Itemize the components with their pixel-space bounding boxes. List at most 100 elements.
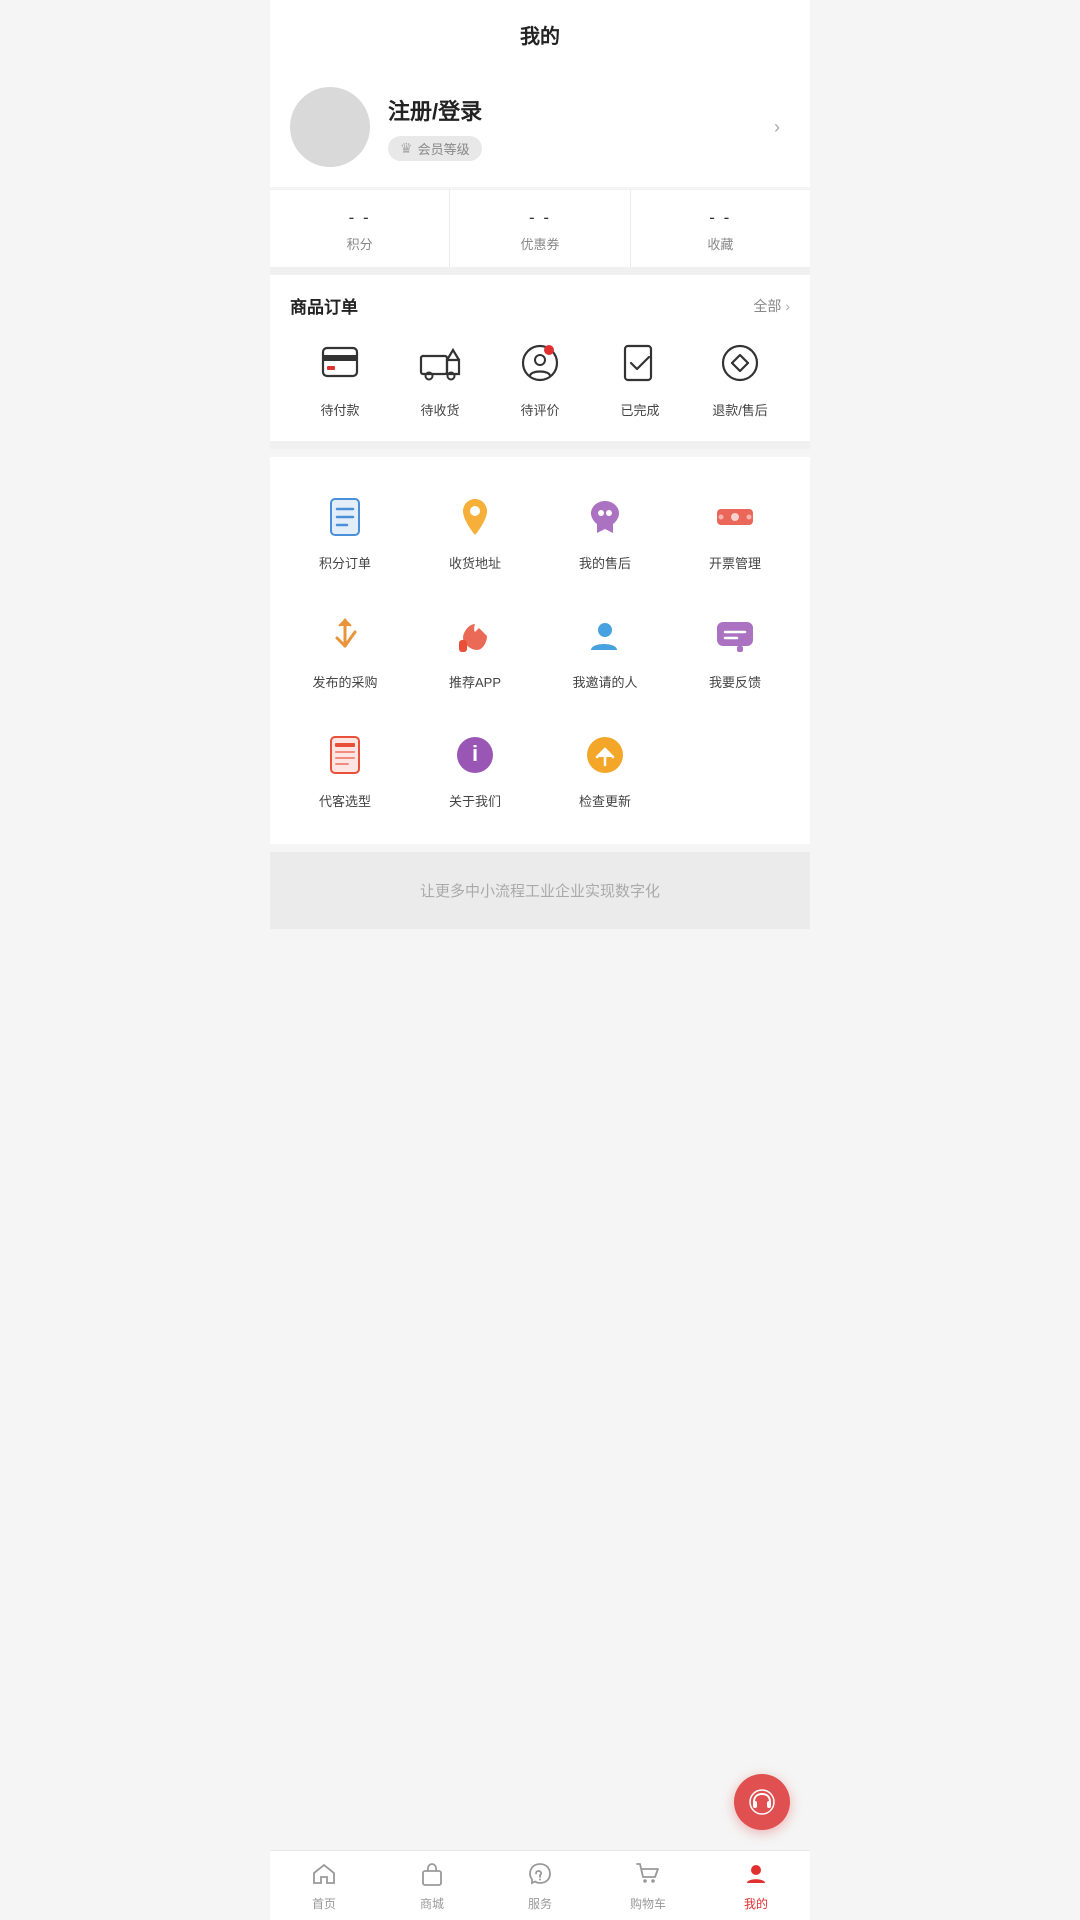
order-completed-icon: [613, 336, 667, 390]
order-pending-pay[interactable]: 待付款: [290, 336, 390, 419]
service-after-sale[interactable]: 我的售后: [540, 477, 670, 586]
service-address-label: 收货地址: [449, 553, 501, 572]
nav-shop-label: 商城: [420, 1895, 444, 1912]
orders-all-label: 全部: [753, 296, 781, 316]
divider-1: [270, 267, 810, 275]
service-selection-label: 代客选型: [319, 791, 371, 810]
orders-grid: 待付款 待收货: [290, 336, 790, 431]
stat-points-value: - -: [270, 208, 449, 228]
service-about-label: 关于我们: [449, 791, 501, 810]
order-pending-review-icon: [513, 336, 567, 390]
divider-2: [270, 441, 810, 449]
orders-title: 商品订单: [290, 293, 358, 318]
update-icon: [579, 729, 631, 781]
tagline-section: 让更多中小流程工业企业实现数字化: [270, 852, 810, 929]
selection-icon: [319, 729, 371, 781]
orders-header: 商品订单 全部 ›: [290, 293, 790, 318]
tagline-text: 让更多中小流程工业企业实现数字化: [420, 883, 660, 900]
avatar: [290, 87, 370, 167]
mine-icon: [743, 1861, 769, 1892]
service-recommend-app-label: 推荐APP: [449, 672, 501, 691]
service-points-order[interactable]: 积分订单: [280, 477, 410, 586]
service-invite-label: 我邀请的人: [572, 672, 637, 691]
service-purchase[interactable]: 发布的采购: [280, 596, 410, 705]
service-address[interactable]: 收货地址: [410, 477, 540, 586]
nav-cart[interactable]: 购物车: [594, 1851, 702, 1920]
orders-all-arrow-icon: ›: [785, 298, 790, 314]
order-refund-icon: [713, 336, 767, 390]
address-icon: [449, 491, 501, 543]
stat-favorites[interactable]: - - 收藏: [631, 190, 810, 267]
order-pending-delivery-label: 待收货: [420, 400, 459, 419]
stat-coupons-value: - -: [450, 208, 629, 228]
stat-favorites-value: - -: [631, 208, 810, 228]
nav-mine[interactable]: 我的: [702, 1851, 810, 1920]
register-login-button[interactable]: 注册/登录: [388, 94, 764, 126]
nav-service[interactable]: 服务: [486, 1851, 594, 1920]
points-order-icon: [319, 491, 371, 543]
about-icon: i: [449, 729, 501, 781]
services-row-3: 代客选型 i 关于我们: [280, 715, 800, 824]
member-badge[interactable]: ♛ 会员等级: [388, 136, 482, 161]
service-invoice-label: 开票管理: [709, 553, 761, 572]
stat-coupons-label: 优惠券: [450, 234, 629, 253]
page-title: 我的: [270, 0, 810, 63]
profile-info: 注册/登录 ♛ 会员等级: [388, 94, 764, 161]
services-row-2: 发布的采购 推荐APP 我邀请的人: [280, 596, 800, 705]
invite-icon: [579, 610, 631, 662]
service-icon: [527, 1861, 553, 1892]
stat-points[interactable]: - - 积分: [270, 190, 450, 267]
service-invite[interactable]: 我邀请的人: [540, 596, 670, 705]
order-pending-review-label: 待评价: [520, 400, 559, 419]
nav-home-label: 首页: [312, 1895, 336, 1912]
profile-arrow-icon[interactable]: ›: [764, 107, 790, 148]
recommend-app-icon: [449, 610, 501, 662]
service-empty: [670, 715, 800, 824]
service-about[interactable]: i 关于我们: [410, 715, 540, 824]
service-update[interactable]: 检查更新: [540, 715, 670, 824]
profile-section[interactable]: 注册/登录 ♛ 会员等级 ›: [270, 63, 810, 187]
cart-icon: [635, 1861, 661, 1892]
order-pending-pay-label: 待付款: [320, 400, 359, 419]
crown-icon: ♛: [400, 140, 413, 157]
service-points-order-label: 积分订单: [319, 553, 371, 572]
nav-service-label: 服务: [528, 1895, 552, 1912]
order-pending-pay-icon: [313, 336, 367, 390]
feedback-icon: [709, 610, 761, 662]
invoice-icon: [709, 491, 761, 543]
orders-all-button[interactable]: 全部 ›: [753, 296, 790, 316]
service-update-label: 检查更新: [579, 791, 631, 810]
stat-favorites-label: 收藏: [631, 234, 810, 253]
services-row-1: 积分订单 收货地址 我: [280, 477, 800, 586]
orders-section: 商品订单 全部 › 待付款: [270, 275, 810, 441]
service-recommend-app[interactable]: 推荐APP: [410, 596, 540, 705]
customer-service-fab[interactable]: [734, 1774, 790, 1830]
nav-mine-label: 我的: [744, 1895, 768, 1912]
nav-cart-label: 购物车: [630, 1895, 666, 1912]
nav-shop[interactable]: 商城: [378, 1851, 486, 1920]
order-pending-review[interactable]: 待评价: [490, 336, 590, 419]
service-feedback-label: 我要反馈: [709, 672, 761, 691]
member-level-label: 会员等级: [418, 139, 470, 158]
order-completed-label: 已完成: [620, 400, 659, 419]
service-after-sale-label: 我的售后: [579, 553, 631, 572]
service-selection[interactable]: 代客选型: [280, 715, 410, 824]
order-pending-delivery[interactable]: 待收货: [390, 336, 490, 419]
order-refund-label: 退款/售后: [712, 400, 768, 419]
after-sale-icon: [579, 491, 631, 543]
service-purchase-label: 发布的采购: [312, 672, 377, 691]
order-completed[interactable]: 已完成: [590, 336, 690, 419]
home-icon: [311, 1861, 337, 1892]
service-invoice[interactable]: 开票管理: [670, 477, 800, 586]
bottom-nav: 首页 商城 服务 购物车: [270, 1850, 810, 1920]
order-refund[interactable]: 退款/售后: [690, 336, 790, 419]
purchase-icon: [319, 610, 371, 662]
nav-home[interactable]: 首页: [270, 1851, 378, 1920]
shop-icon: [419, 1861, 445, 1892]
services-section: 积分订单 收货地址 我: [270, 457, 810, 844]
stats-section: - - 积分 - - 优惠券 - - 收藏: [270, 189, 810, 267]
service-feedback[interactable]: 我要反馈: [670, 596, 800, 705]
stat-points-label: 积分: [270, 234, 449, 253]
order-pending-delivery-icon: [413, 336, 467, 390]
stat-coupons[interactable]: - - 优惠券: [450, 190, 630, 267]
